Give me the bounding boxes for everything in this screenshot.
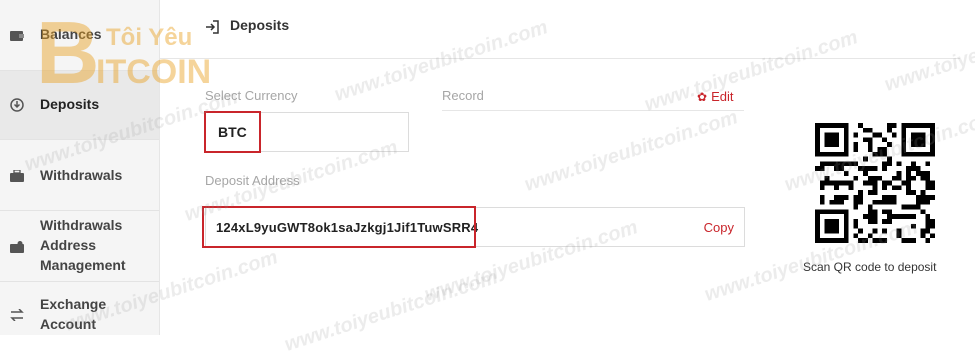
deposit-enter-icon: [205, 20, 219, 34]
sidebar-item-balances[interactable]: Balances: [0, 0, 159, 71]
exchange-icon: [10, 308, 24, 322]
watermark-text: www.toiyeubitcoin.com: [281, 266, 501, 356]
edit-link[interactable]: ✿ Edit: [697, 89, 733, 104]
highlight-frame: [202, 206, 476, 248]
watermark-text: www.toiyeubitcoin.com: [521, 106, 741, 196]
edit-label: Edit: [711, 89, 734, 104]
deposit-address-label: Deposit Address: [205, 173, 300, 188]
sidebar-item-label: Exchange Account: [40, 296, 107, 332]
download-icon: [10, 98, 24, 112]
sidebar-item-label: Deposits: [40, 96, 100, 112]
record-underline: [442, 110, 744, 111]
sidebar-item-withdrawals[interactable]: Withdrawals: [0, 140, 159, 211]
sidebar-item-label: Balances: [40, 26, 102, 42]
briefcase-icon: [10, 169, 24, 183]
highlight-frame: [204, 111, 261, 153]
sidebar-item-deposits[interactable]: Deposits: [0, 71, 159, 140]
sidebar: Balances Deposits Withdrawals Withdrawal…: [0, 0, 160, 335]
record-label: Record: [442, 88, 484, 103]
wallet-icon: [10, 28, 24, 42]
currency-label: Select Currency: [205, 88, 298, 103]
qr-code: [815, 123, 935, 243]
sidebar-item-withdrawals-address-management[interactable]: Withdrawals Address Management: [0, 211, 159, 282]
sidebar-item-label: Withdrawals: [40, 167, 123, 183]
address-book-icon: [10, 240, 24, 254]
page-header: Deposits: [160, 0, 960, 59]
sidebar-item-label: Withdrawals Address Management: [40, 217, 126, 273]
sidebar-item-exchange-account[interactable]: Exchange Account: [0, 282, 159, 335]
qr-caption: Scan QR code to deposit: [803, 260, 937, 274]
page-title: Deposits: [230, 17, 290, 33]
gear-icon: ✿: [697, 89, 708, 104]
copy-button[interactable]: Copy: [704, 220, 734, 235]
